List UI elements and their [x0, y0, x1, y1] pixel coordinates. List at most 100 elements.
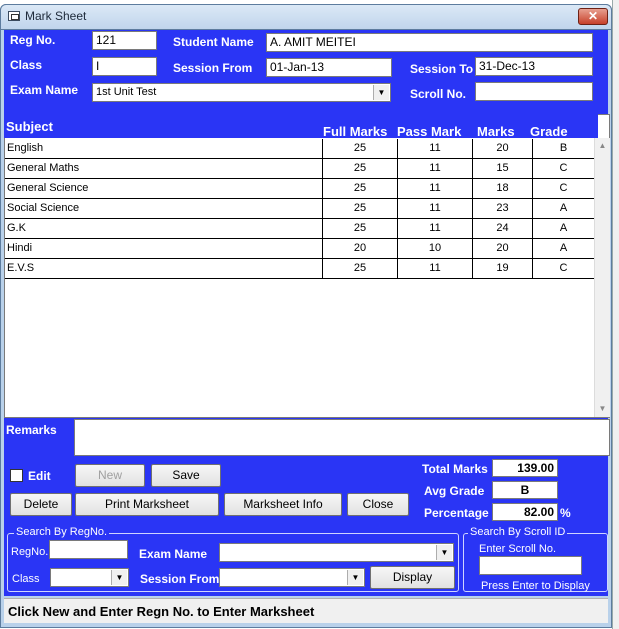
cell-pass-mark[interactable]: 11 — [398, 219, 473, 239]
cell-pass-mark[interactable]: 11 — [398, 199, 473, 219]
search-session-label: Session From — [140, 572, 220, 586]
cell-subject[interactable]: General Science — [5, 179, 323, 199]
cell-marks[interactable]: 24 — [473, 219, 533, 239]
scroll-down-icon[interactable]: ▼ — [595, 401, 610, 417]
remarks-input[interactable] — [74, 419, 610, 456]
cell-marks[interactable]: 15 — [473, 159, 533, 179]
cell-subject[interactable]: Social Science — [5, 199, 323, 219]
header-pass-mark: Pass Mark — [397, 124, 462, 139]
edit-label: Edit — [28, 469, 51, 483]
chevron-down-icon[interactable]: ▼ — [347, 570, 363, 585]
search-regno-input[interactable] — [49, 540, 128, 559]
cell-marks[interactable]: 20 — [473, 239, 533, 259]
chevron-down-icon[interactable]: ▼ — [436, 545, 452, 560]
cell-pass-mark[interactable]: 11 — [398, 259, 473, 279]
display-button[interactable]: Display — [370, 566, 455, 589]
exam-name-select[interactable]: 1st Unit Test ▼ — [92, 83, 391, 102]
scroll-up-icon[interactable]: ▲ — [595, 138, 610, 154]
search-by-regno-title: Search By RegNo. — [14, 526, 110, 538]
edit-checkbox[interactable] — [10, 469, 23, 482]
cell-grade[interactable]: C — [533, 259, 595, 279]
table-row[interactable]: E.V.S 25 11 19 C — [5, 259, 595, 279]
search-by-scroll-title: Search By Scroll ID — [468, 526, 568, 538]
exam-name-value: 1st Unit Test — [96, 86, 157, 98]
cell-full-marks[interactable]: 25 — [323, 159, 398, 179]
cell-subject[interactable]: G.K — [5, 219, 323, 239]
scroll-no-input[interactable] — [475, 82, 593, 101]
cell-subject[interactable]: Hindi — [5, 239, 323, 259]
avg-grade-label: Avg Grade — [424, 484, 485, 498]
cell-subject[interactable]: English — [5, 139, 323, 159]
close-button[interactable]: Close — [347, 493, 409, 516]
background-window-edge — [612, 0, 619, 629]
cell-full-marks[interactable]: 20 — [323, 239, 398, 259]
table-row[interactable]: General Science 25 11 18 C — [5, 179, 595, 199]
header-marks: Marks — [477, 124, 515, 139]
cell-grade[interactable]: C — [533, 159, 595, 179]
search-class-label: Class — [12, 573, 40, 585]
search-exam-select[interactable]: ▼ — [219, 543, 454, 562]
print-marksheet-button[interactable]: Print Marksheet — [75, 493, 219, 516]
cell-marks[interactable]: 18 — [473, 179, 533, 199]
cell-grade[interactable]: A — [533, 219, 595, 239]
class-label: Class — [10, 58, 43, 72]
cell-subject[interactable]: E.V.S — [5, 259, 323, 279]
cell-pass-mark[interactable]: 10 — [398, 239, 473, 259]
reg-no-label: Reg No. — [10, 33, 56, 47]
table-row[interactable]: English 25 11 20 B — [5, 139, 595, 159]
cell-grade[interactable]: A — [533, 199, 595, 219]
cell-pass-mark[interactable]: 11 — [398, 139, 473, 159]
cell-full-marks[interactable]: 25 — [323, 139, 398, 159]
table-row[interactable]: Social Science 25 11 23 A — [5, 199, 595, 219]
total-marks-label: Total Marks — [422, 462, 488, 476]
header-full-marks: Full Marks — [323, 124, 388, 139]
grid-vertical-scrollbar[interactable]: ▲ ▼ — [594, 138, 610, 417]
header-grade: Grade — [530, 124, 568, 139]
status-bar: Click New and Enter Regn No. to Enter Ma… — [4, 598, 608, 623]
title-bar[interactable] — [0, 4, 612, 30]
session-to-label: Session To — [410, 62, 474, 76]
cell-subject[interactable]: General Maths — [5, 159, 323, 179]
exam-name-label: Exam Name — [10, 83, 79, 97]
percentage-value: 82.00 — [492, 503, 558, 521]
search-class-select[interactable]: ▼ — [50, 568, 129, 587]
search-scroll-input[interactable] — [479, 556, 582, 575]
total-marks-value: 139.00 — [492, 459, 558, 477]
chevron-down-icon[interactable]: ▼ — [373, 85, 389, 100]
student-name-input[interactable]: A. AMIT MEITEI — [266, 33, 593, 52]
session-from-input[interactable]: 01-Jan-13 — [266, 58, 392, 77]
table-row[interactable]: Hindi 20 10 20 A — [5, 239, 595, 259]
percent-sign: % — [560, 506, 571, 520]
save-button[interactable]: Save — [151, 464, 221, 487]
press-enter-hint: Press Enter to Display — [481, 580, 590, 592]
marksheet-info-button[interactable]: Marksheet Info — [224, 493, 342, 516]
cell-full-marks[interactable]: 25 — [323, 219, 398, 239]
search-session-select[interactable]: ▼ — [219, 568, 365, 587]
table-row[interactable]: G.K 25 11 24 A — [5, 219, 595, 239]
cell-grade[interactable]: C — [533, 179, 595, 199]
header-subject: Subject — [6, 119, 53, 134]
session-to-input[interactable]: 31-Dec-13 — [475, 57, 593, 76]
cell-pass-mark[interactable]: 11 — [398, 159, 473, 179]
new-button[interactable]: New — [75, 464, 145, 487]
window-title: Mark Sheet — [25, 9, 87, 23]
percentage-label: Percentage — [424, 506, 489, 520]
cell-marks[interactable]: 19 — [473, 259, 533, 279]
enter-scroll-label: Enter Scroll No. — [479, 543, 557, 555]
table-row[interactable]: General Maths 25 11 15 C — [5, 159, 595, 179]
class-input[interactable]: I — [92, 57, 157, 76]
search-regno-label: RegNo. — [11, 546, 49, 558]
remarks-label: Remarks — [6, 423, 57, 437]
reg-no-input[interactable]: 121 — [92, 31, 157, 50]
chevron-down-icon[interactable]: ▼ — [111, 570, 127, 585]
window-close-button[interactable]: ✕ — [578, 8, 608, 25]
cell-full-marks[interactable]: 25 — [323, 259, 398, 279]
cell-marks[interactable]: 23 — [473, 199, 533, 219]
cell-full-marks[interactable]: 25 — [323, 199, 398, 219]
cell-marks[interactable]: 20 — [473, 139, 533, 159]
cell-pass-mark[interactable]: 11 — [398, 179, 473, 199]
cell-grade[interactable]: A — [533, 239, 595, 259]
delete-button[interactable]: Delete — [10, 493, 72, 516]
cell-grade[interactable]: B — [533, 139, 595, 159]
cell-full-marks[interactable]: 25 — [323, 179, 398, 199]
